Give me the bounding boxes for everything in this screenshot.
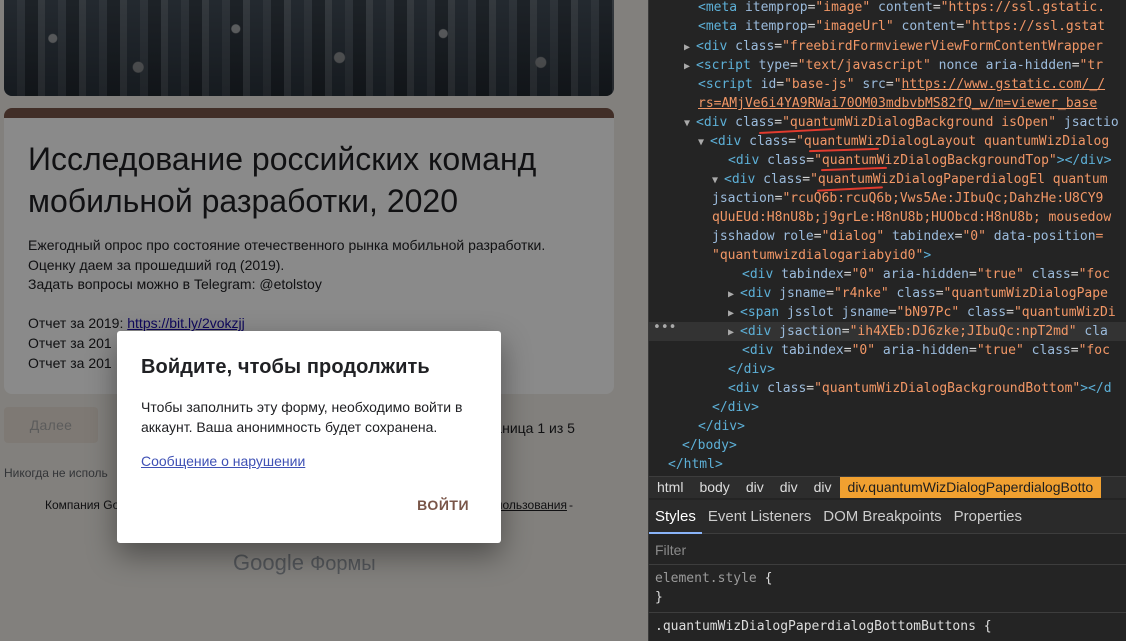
form-page: Исследование российских команд мобильной… [0,0,648,641]
dom-node-continued: "quantumwizdialogariabyid0"> [712,248,932,263]
styles-pane: element.style { } .quantumWizDialogPaper… [649,566,1126,641]
modal-scrim[interactable] [0,0,648,641]
signin-dialog: Войдите, чтобы продолжить Чтобы заполнит… [117,331,501,543]
dom-node-continued: qUuEUd:H8nU8b;j9grLe:H8nU8b;HUObcd:H8nU8… [712,210,1112,225]
breadcrumb-html[interactable]: html [649,477,691,498]
expand-triangle-icon[interactable]: ▶ [684,57,696,76]
dom-node[interactable]: ▼ <div class="quantumWizDialogBackground … [649,113,1126,132]
dom-node[interactable]: <div class="quantumWizDialogBackgroundTo… [649,151,1126,170]
breadcrumb-body[interactable]: body [691,477,737,498]
tab-event-listeners[interactable]: Event Listeners [702,500,817,534]
dialog-body: Чтобы заполнить эту форму, необходимо во… [141,399,463,435]
devtools-panel: <meta itemprop="image" content="https://… [648,0,1126,641]
breadcrumb-selected[interactable]: div.quantumWizDialogPaperdialogBotto [839,477,1102,498]
css-rule-selector[interactable]: .quantumWizDialogPaperdialogBottomButton… [655,617,992,636]
dom-node-hovered[interactable]: ▶ <div jsaction="ih4XEb:DJ6zke;JIbuQc:npT… [649,322,1126,341]
tab-styles[interactable]: Styles [649,500,702,534]
collapse-triangle-icon[interactable]: ▼ [712,171,724,190]
tab-dom-breakpoints[interactable]: DOM Breakpoints [817,500,947,534]
styles-filter-input[interactable]: Filter [649,535,1126,565]
dom-node[interactable]: ▶ <div class="freebirdFormviewerViewFormC… [649,37,1126,56]
dom-node[interactable]: <div tabindex="0" aria-hidden="true" cla… [649,265,1126,284]
sidebar-tabs: Styles Event Listeners DOM Breakpoints Prop… [649,500,1126,534]
expand-triangle-icon[interactable]: ▶ [728,304,740,323]
dom-node[interactable]: ▶ <div jsname="r4nke" class="quantumWizDi… [649,284,1126,303]
expand-triangle-icon[interactable]: ▶ [728,323,740,342]
dom-close-tag[interactable]: </body> [649,436,1126,455]
dom-close-tag[interactable]: </html> [649,455,1126,474]
expand-triangle-icon[interactable]: ▶ [728,285,740,304]
collapse-triangle-icon[interactable]: ▼ [684,114,696,133]
dom-close-tag[interactable]: </div> [649,398,1126,417]
dom-breadcrumb: html body div div div div.quantumWizDialogPap… [649,476,1126,498]
dom-node[interactable]: <meta itemprop="imageUrl" content="https… [649,17,1126,36]
tab-properties[interactable]: Properties [948,500,1028,534]
dom-node[interactable]: ▼ <div class="quantumWizDialogLayout quan… [649,132,1126,151]
dom-node[interactable]: <div tabindex="0" aria-hidden="true" cla… [649,341,1126,360]
expand-triangle-icon[interactable]: ▶ [684,38,696,57]
dom-node[interactable]: <meta itemprop="image" content="https://… [649,0,1126,17]
dom-node[interactable]: ▶ <span jsslot jsname="bN97Pc" class="qua… [649,303,1126,322]
element-style-rule[interactable]: element.style { [655,569,772,588]
collapse-triangle-icon[interactable]: ▼ [698,133,710,152]
dom-node[interactable]: rs=AMjVe6i4YA9RWai70OM03mdbvbMS82fQ_w/m=… [649,94,1126,113]
dom-node-continued: jsaction="rcuQ6b:rcuQ6b;Vws5Ae:JIbuQc;Da… [712,191,1104,206]
breadcrumb-div[interactable]: div [738,477,772,498]
dialog-title: Войдите, чтобы продолжить [141,356,430,378]
login-button[interactable]: ВОЙТИ [405,491,481,519]
dom-node[interactable]: <script id="base-js" src="https://www.gs… [649,75,1126,94]
report-abuse-link[interactable]: Сообщение о нарушении [141,453,305,469]
dom-node[interactable]: ▶ <script type="text/javascript" nonce ar… [649,56,1126,75]
elements-tree[interactable]: <meta itemprop="image" content="https://… [649,0,1126,476]
dom-node[interactable]: <div class="quantumWizDialogBackgroundBo… [649,379,1126,398]
dom-close-tag[interactable]: </div> [649,417,1126,436]
breadcrumb-div[interactable]: div [806,477,840,498]
dom-node-continued: jsshadow role="dialog" tabindex="0" data… [712,229,1104,244]
script-src-link[interactable]: rs=AMjVe6i4YA9RWai70OM03mdbvbMS82fQ_w/m=… [698,96,1097,111]
dom-close-tag[interactable]: </div> [649,360,1126,379]
rule-close-brace: } [655,590,663,605]
more-options-icon[interactable]: ••• [653,320,676,335]
dom-node[interactable]: ▼ <div class="quantumWizDialogPaperdialog… [649,170,1126,189]
breadcrumb-div[interactable]: div [772,477,806,498]
rule-divider [649,612,1126,613]
script-src-link[interactable]: https://www.gstatic.com/_/ [902,77,1106,92]
